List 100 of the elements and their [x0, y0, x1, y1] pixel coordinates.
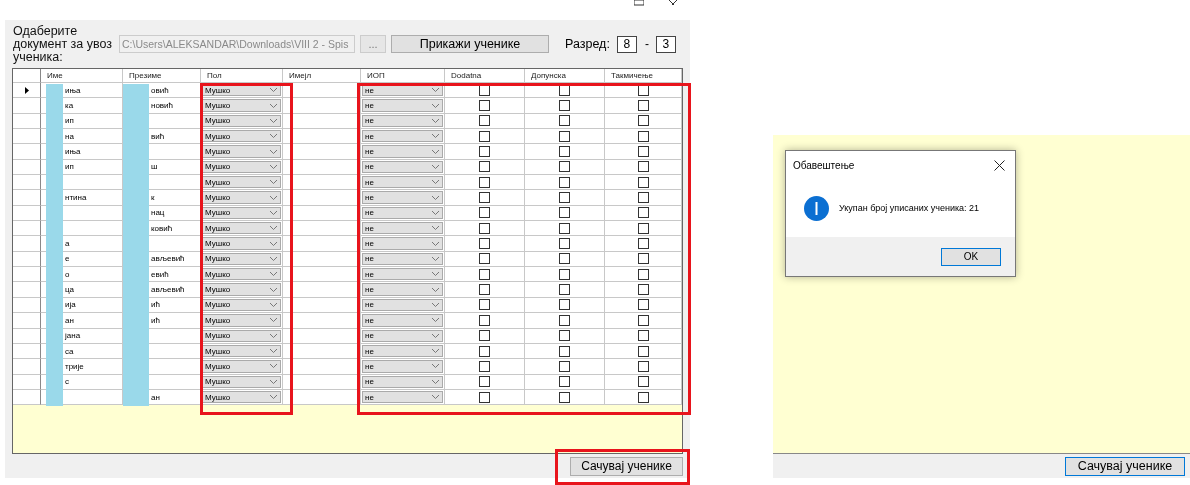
- checkbox[interactable]: [479, 176, 490, 188]
- gender-dropdown[interactable]: Мушко: [202, 375, 281, 388]
- checkbox[interactable]: [637, 161, 649, 173]
- browse-button[interactable]: ...: [360, 35, 386, 53]
- checkbox[interactable]: [479, 161, 490, 173]
- checkbox[interactable]: [637, 268, 649, 280]
- iop-dropdown[interactable]: не: [362, 390, 443, 404]
- gender-dropdown[interactable]: Мушко: [202, 252, 281, 266]
- gender-dropdown[interactable]: Мушко: [202, 237, 281, 250]
- checkbox[interactable]: [479, 299, 490, 311]
- checkbox[interactable]: [479, 314, 490, 326]
- checkbox[interactable]: [637, 192, 649, 204]
- checkbox[interactable]: [479, 253, 490, 265]
- gender-dropdown[interactable]: Мушко: [202, 206, 281, 220]
- gender-dropdown[interactable]: Мушко: [202, 390, 281, 404]
- checkbox[interactable]: [637, 299, 649, 311]
- checkbox[interactable]: [637, 238, 649, 250]
- iop-dropdown[interactable]: не: [362, 360, 443, 373]
- checkbox[interactable]: [479, 84, 490, 96]
- row-header-cell[interactable]: [13, 144, 41, 160]
- row-header-cell[interactable]: [13, 190, 41, 206]
- checkbox[interactable]: [479, 207, 490, 219]
- row-header-cell[interactable]: [13, 282, 41, 298]
- checkbox[interactable]: [637, 207, 649, 219]
- gender-dropdown[interactable]: Мушко: [202, 114, 281, 128]
- gender-dropdown[interactable]: Мушко: [202, 222, 281, 235]
- gender-dropdown[interactable]: Мушко: [202, 160, 281, 174]
- checkbox[interactable]: [559, 176, 570, 188]
- gender-dropdown[interactable]: Мушко: [202, 268, 281, 281]
- checkbox[interactable]: [479, 222, 490, 234]
- checkbox[interactable]: [637, 314, 649, 326]
- row-header-cell[interactable]: [13, 389, 41, 406]
- iop-dropdown[interactable]: не: [362, 206, 443, 220]
- checkbox[interactable]: [559, 222, 570, 234]
- checkbox[interactable]: [559, 238, 570, 250]
- iop-dropdown[interactable]: не: [362, 344, 443, 358]
- checkbox[interactable]: [559, 100, 570, 111]
- iop-dropdown[interactable]: не: [362, 298, 443, 312]
- iop-dropdown[interactable]: не: [362, 329, 443, 342]
- gender-dropdown[interactable]: Мушко: [202, 191, 281, 204]
- gender-dropdown[interactable]: Мушко: [202, 344, 281, 358]
- checkbox[interactable]: [559, 345, 570, 357]
- iop-dropdown[interactable]: не: [362, 252, 443, 266]
- checkbox[interactable]: [559, 207, 570, 219]
- checkbox[interactable]: [637, 253, 649, 265]
- column-header[interactable]: Допунска: [525, 69, 605, 83]
- checkbox[interactable]: [637, 391, 649, 403]
- column-header[interactable]: Такмичење: [605, 69, 682, 83]
- checkbox[interactable]: [637, 360, 649, 372]
- checkbox[interactable]: [559, 284, 570, 296]
- row-header-cell[interactable]: [13, 359, 41, 375]
- grade-field[interactable]: 8: [616, 35, 637, 53]
- checkbox[interactable]: [559, 115, 570, 127]
- show-students-button[interactable]: Прикажи ученике: [391, 35, 549, 53]
- row-header-cell[interactable]: [13, 374, 41, 390]
- checkbox[interactable]: [559, 360, 570, 372]
- gender-dropdown[interactable]: Мушко: [202, 283, 281, 296]
- checkbox[interactable]: [479, 192, 490, 204]
- gender-dropdown[interactable]: Мушко: [202, 145, 281, 158]
- save-students-button[interactable]: Сачувај ученике: [570, 456, 683, 476]
- checkbox[interactable]: [479, 146, 490, 158]
- checkbox[interactable]: [479, 130, 490, 142]
- iop-dropdown[interactable]: не: [362, 283, 443, 296]
- gender-dropdown[interactable]: Мушко: [202, 99, 281, 112]
- checkbox[interactable]: [559, 330, 570, 342]
- gender-dropdown[interactable]: Мушко: [202, 314, 281, 327]
- checkbox[interactable]: [479, 376, 490, 388]
- checkbox[interactable]: [559, 84, 570, 96]
- checkbox[interactable]: [479, 345, 490, 357]
- checkbox[interactable]: [637, 284, 649, 296]
- checkbox[interactable]: [637, 376, 649, 388]
- iop-dropdown[interactable]: не: [362, 191, 443, 204]
- checkbox[interactable]: [559, 146, 570, 158]
- row-header-cell[interactable]: [13, 313, 41, 329]
- iop-dropdown[interactable]: не: [362, 114, 443, 128]
- iop-dropdown[interactable]: не: [362, 99, 443, 112]
- gender-dropdown[interactable]: Мушко: [202, 298, 281, 312]
- iop-dropdown[interactable]: не: [362, 130, 443, 143]
- iop-dropdown[interactable]: не: [362, 268, 443, 281]
- checkbox[interactable]: [479, 115, 490, 127]
- checkbox[interactable]: [559, 130, 570, 142]
- iop-dropdown[interactable]: не: [362, 222, 443, 235]
- column-header[interactable]: Пол: [201, 69, 283, 83]
- iop-dropdown[interactable]: не: [362, 160, 443, 174]
- checkbox[interactable]: [559, 192, 570, 204]
- checkbox[interactable]: [637, 100, 649, 111]
- checkbox[interactable]: [559, 314, 570, 326]
- checkbox[interactable]: [479, 100, 490, 111]
- row-header-cell[interactable]: [13, 328, 41, 344]
- row-header-cell[interactable]: [13, 236, 41, 252]
- checkbox[interactable]: [637, 345, 649, 357]
- iop-dropdown[interactable]: не: [362, 237, 443, 250]
- checkbox[interactable]: [637, 84, 649, 96]
- gender-dropdown[interactable]: Мушко: [202, 130, 281, 143]
- gender-dropdown[interactable]: Мушко: [202, 329, 281, 342]
- iop-dropdown[interactable]: не: [362, 145, 443, 158]
- checkbox[interactable]: [637, 176, 649, 188]
- iop-dropdown[interactable]: не: [362, 176, 443, 189]
- iop-dropdown[interactable]: не: [362, 314, 443, 327]
- checkbox[interactable]: [637, 330, 649, 342]
